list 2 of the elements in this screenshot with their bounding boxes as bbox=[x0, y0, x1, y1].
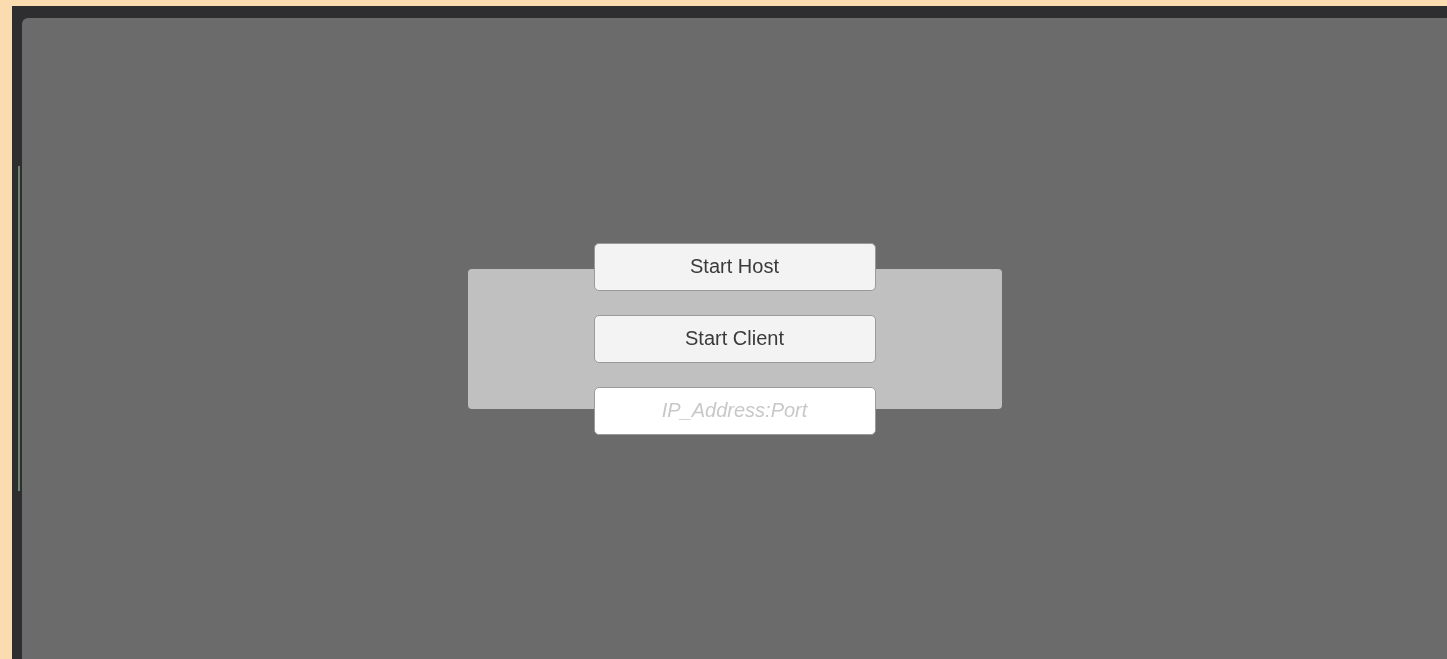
menu-button[interactable]: Start Host bbox=[593, 242, 876, 291]
menu-button[interactable]: Start Client bbox=[593, 314, 876, 363]
